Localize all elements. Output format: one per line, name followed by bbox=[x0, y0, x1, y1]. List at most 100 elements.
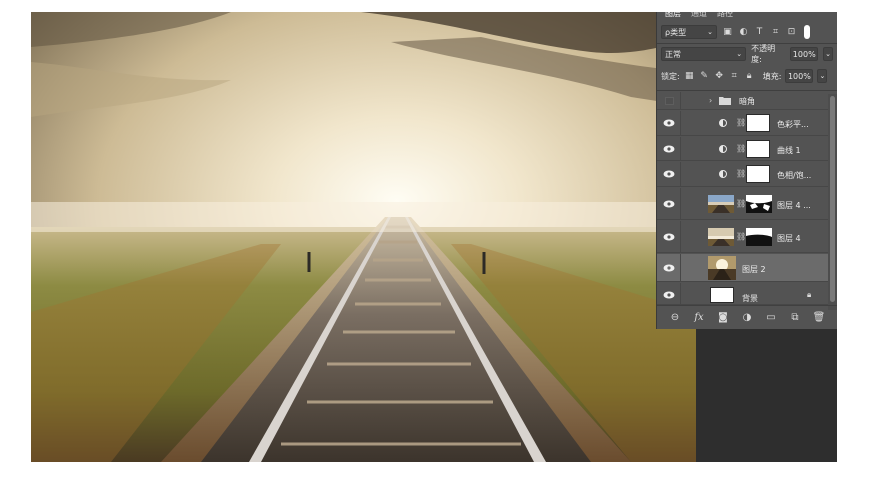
layer-name: 图层 4 bbox=[777, 234, 801, 243]
link-icon[interactable]: ⛓ bbox=[736, 144, 746, 153]
adjustment-layer-icon bbox=[719, 145, 727, 153]
filter-type-select[interactable]: ρ类型 ⌄ bbox=[661, 25, 717, 39]
layer-row-adjustment[interactable]: ⛓ 曲线 1 bbox=[657, 137, 828, 161]
eye-icon bbox=[663, 291, 675, 299]
opacity-label: 不透明度: bbox=[751, 44, 776, 64]
opacity-dropdown[interactable]: ⌄ bbox=[823, 47, 833, 61]
scrollbar-thumb[interactable] bbox=[830, 96, 835, 302]
lock-all-icon[interactable]: 🔒︎ bbox=[744, 71, 755, 82]
new-group-icon[interactable]: ▭ bbox=[765, 312, 777, 324]
divider bbox=[657, 43, 837, 44]
blend-row: 正常 ⌄ 不透明度: 100% ⌄ bbox=[657, 44, 837, 64]
filter-toggle[interactable] bbox=[804, 25, 810, 39]
lock-transparency-icon[interactable]: ▦ bbox=[684, 71, 695, 82]
blend-mode-select[interactable]: 正常 ⌄ bbox=[661, 47, 747, 61]
divider bbox=[680, 254, 681, 281]
layer-mask-thumbnail[interactable] bbox=[746, 114, 770, 132]
filter-row: ρ类型 ⌄ ▣ ◐ T ⌗ ⊡ bbox=[657, 22, 837, 42]
divider bbox=[657, 90, 837, 91]
chevron-down-icon: ⌄ bbox=[707, 28, 713, 36]
layer-mask-thumbnail[interactable] bbox=[746, 140, 770, 158]
trash-icon[interactable]: 🗑︎ bbox=[813, 312, 826, 324]
scrollbar[interactable] bbox=[828, 94, 837, 310]
image-filter-icon[interactable]: ▣ bbox=[722, 27, 733, 38]
layer-name: 色相/饱... bbox=[777, 171, 812, 180]
link-icon[interactable]: ⛓ bbox=[736, 232, 746, 241]
divider bbox=[680, 111, 681, 135]
add-mask-icon[interactable]: ◙ bbox=[717, 312, 729, 324]
link-icon[interactable]: ⛓ bbox=[736, 118, 746, 127]
eye-icon bbox=[663, 233, 675, 241]
filter-label: ρ类型 bbox=[665, 27, 687, 37]
fx-icon[interactable]: fx bbox=[693, 312, 705, 324]
type-filter-icon[interactable]: T bbox=[754, 27, 765, 38]
smart-object-filter-icon[interactable]: ⊡ bbox=[786, 27, 797, 38]
chevron-down-icon: ⌄ bbox=[825, 50, 831, 58]
tab-channels[interactable]: 通道 bbox=[691, 12, 707, 18]
layer-mask-thumbnail[interactable] bbox=[746, 165, 770, 183]
layer-row-background[interactable]: 背景 🔒︎ bbox=[657, 283, 828, 305]
adjustment-filter-icon[interactable]: ◐ bbox=[738, 27, 749, 38]
lock-pixels-icon[interactable]: ✎ bbox=[699, 71, 710, 82]
layer-row-adjustment[interactable]: ⛓ 色相/饱... bbox=[657, 162, 828, 187]
layer-name: 图层 4 ... bbox=[777, 201, 811, 210]
visibility-toggle[interactable] bbox=[663, 291, 675, 299]
app-window: 图层 通道 路径 ρ类型 ⌄ ▣ ◐ T ⌗ ⊡ 正常 ⌄ 不透明度: 100% bbox=[31, 12, 837, 462]
layer-thumbnail[interactable] bbox=[710, 287, 734, 303]
eye-icon bbox=[663, 145, 675, 153]
visibility-toggle[interactable] bbox=[663, 170, 675, 178]
layer-name: 暗角 bbox=[739, 97, 755, 106]
lock-artboard-icon[interactable]: ⌗ bbox=[729, 71, 740, 82]
divider bbox=[680, 137, 681, 160]
layers-bottom-toolbar: ⊖ fx ◙ ◑ ▭ ⧉ 🗑︎ bbox=[657, 305, 837, 329]
adjustment-icon[interactable]: ◑ bbox=[741, 312, 753, 324]
empty-workspace bbox=[696, 329, 837, 462]
expand-arrow-icon[interactable]: › bbox=[709, 96, 712, 105]
opacity-field[interactable]: 100% bbox=[790, 47, 819, 61]
document-canvas[interactable] bbox=[31, 12, 696, 462]
railway-photo bbox=[31, 12, 696, 462]
eye-icon bbox=[663, 119, 675, 127]
visibility-toggle[interactable] bbox=[663, 264, 675, 272]
hidden-eye-icon bbox=[664, 97, 674, 105]
divider bbox=[680, 221, 681, 252]
fill-value: 100% bbox=[787, 71, 811, 81]
layer-name: 背景 bbox=[742, 294, 758, 303]
layer-thumbnail[interactable] bbox=[708, 256, 736, 280]
layer-row-image[interactable]: ⛓ 图层 4 bbox=[657, 221, 828, 253]
visibility-toggle[interactable] bbox=[663, 119, 675, 127]
fill-dropdown[interactable]: ⌄ bbox=[817, 69, 828, 83]
chevron-down-icon: ⌄ bbox=[736, 50, 743, 58]
layers-panel: 图层 通道 路径 ρ类型 ⌄ ▣ ◐ T ⌗ ⊡ 正常 ⌄ 不透明度: 100% bbox=[656, 12, 837, 329]
layer-mask-thumbnail[interactable] bbox=[746, 195, 772, 213]
layer-row-image-selected[interactable]: 图层 2 bbox=[657, 254, 828, 282]
lock-label: 锁定: bbox=[661, 71, 680, 81]
divider bbox=[680, 283, 681, 304]
visibility-toggle[interactable] bbox=[663, 233, 675, 241]
chevron-down-icon: ⌄ bbox=[819, 72, 826, 80]
lock-position-icon[interactable]: ✥ bbox=[714, 71, 725, 82]
eye-icon bbox=[663, 264, 675, 272]
layer-row-adjustment[interactable]: ⛓ 色彩平... bbox=[657, 111, 828, 136]
layer-mask-thumbnail[interactable] bbox=[746, 228, 772, 246]
visibility-toggle[interactable] bbox=[663, 145, 675, 153]
visibility-off[interactable] bbox=[663, 97, 675, 105]
link-icon[interactable]: ⛓ bbox=[736, 169, 746, 178]
tab-layers[interactable]: 图层 bbox=[665, 12, 681, 18]
shape-filter-icon[interactable]: ⌗ bbox=[770, 27, 781, 38]
visibility-toggle[interactable] bbox=[663, 200, 675, 208]
link-icon[interactable]: ⛓ bbox=[736, 199, 746, 208]
layer-name: 色彩平... bbox=[777, 120, 809, 129]
lock-row: 锁定: ▦ ✎ ✥ ⌗ 🔒︎ 填充: 100% ⌄ bbox=[657, 67, 837, 85]
link-layers-icon[interactable]: ⊖ bbox=[669, 312, 681, 324]
new-layer-icon[interactable]: ⧉ bbox=[789, 312, 801, 324]
layer-row-group[interactable]: › 暗角 bbox=[657, 92, 828, 110]
fill-field[interactable]: 100% bbox=[785, 69, 814, 83]
layer-thumbnail[interactable] bbox=[708, 228, 734, 246]
divider bbox=[680, 92, 681, 109]
lock-icon: 🔒︎ bbox=[807, 290, 812, 299]
layer-thumbnail[interactable] bbox=[708, 195, 734, 213]
tab-paths[interactable]: 路径 bbox=[717, 12, 733, 18]
layer-name: 曲线 1 bbox=[777, 146, 801, 155]
layer-row-image[interactable]: ⛓ 图层 4 ... bbox=[657, 188, 828, 220]
